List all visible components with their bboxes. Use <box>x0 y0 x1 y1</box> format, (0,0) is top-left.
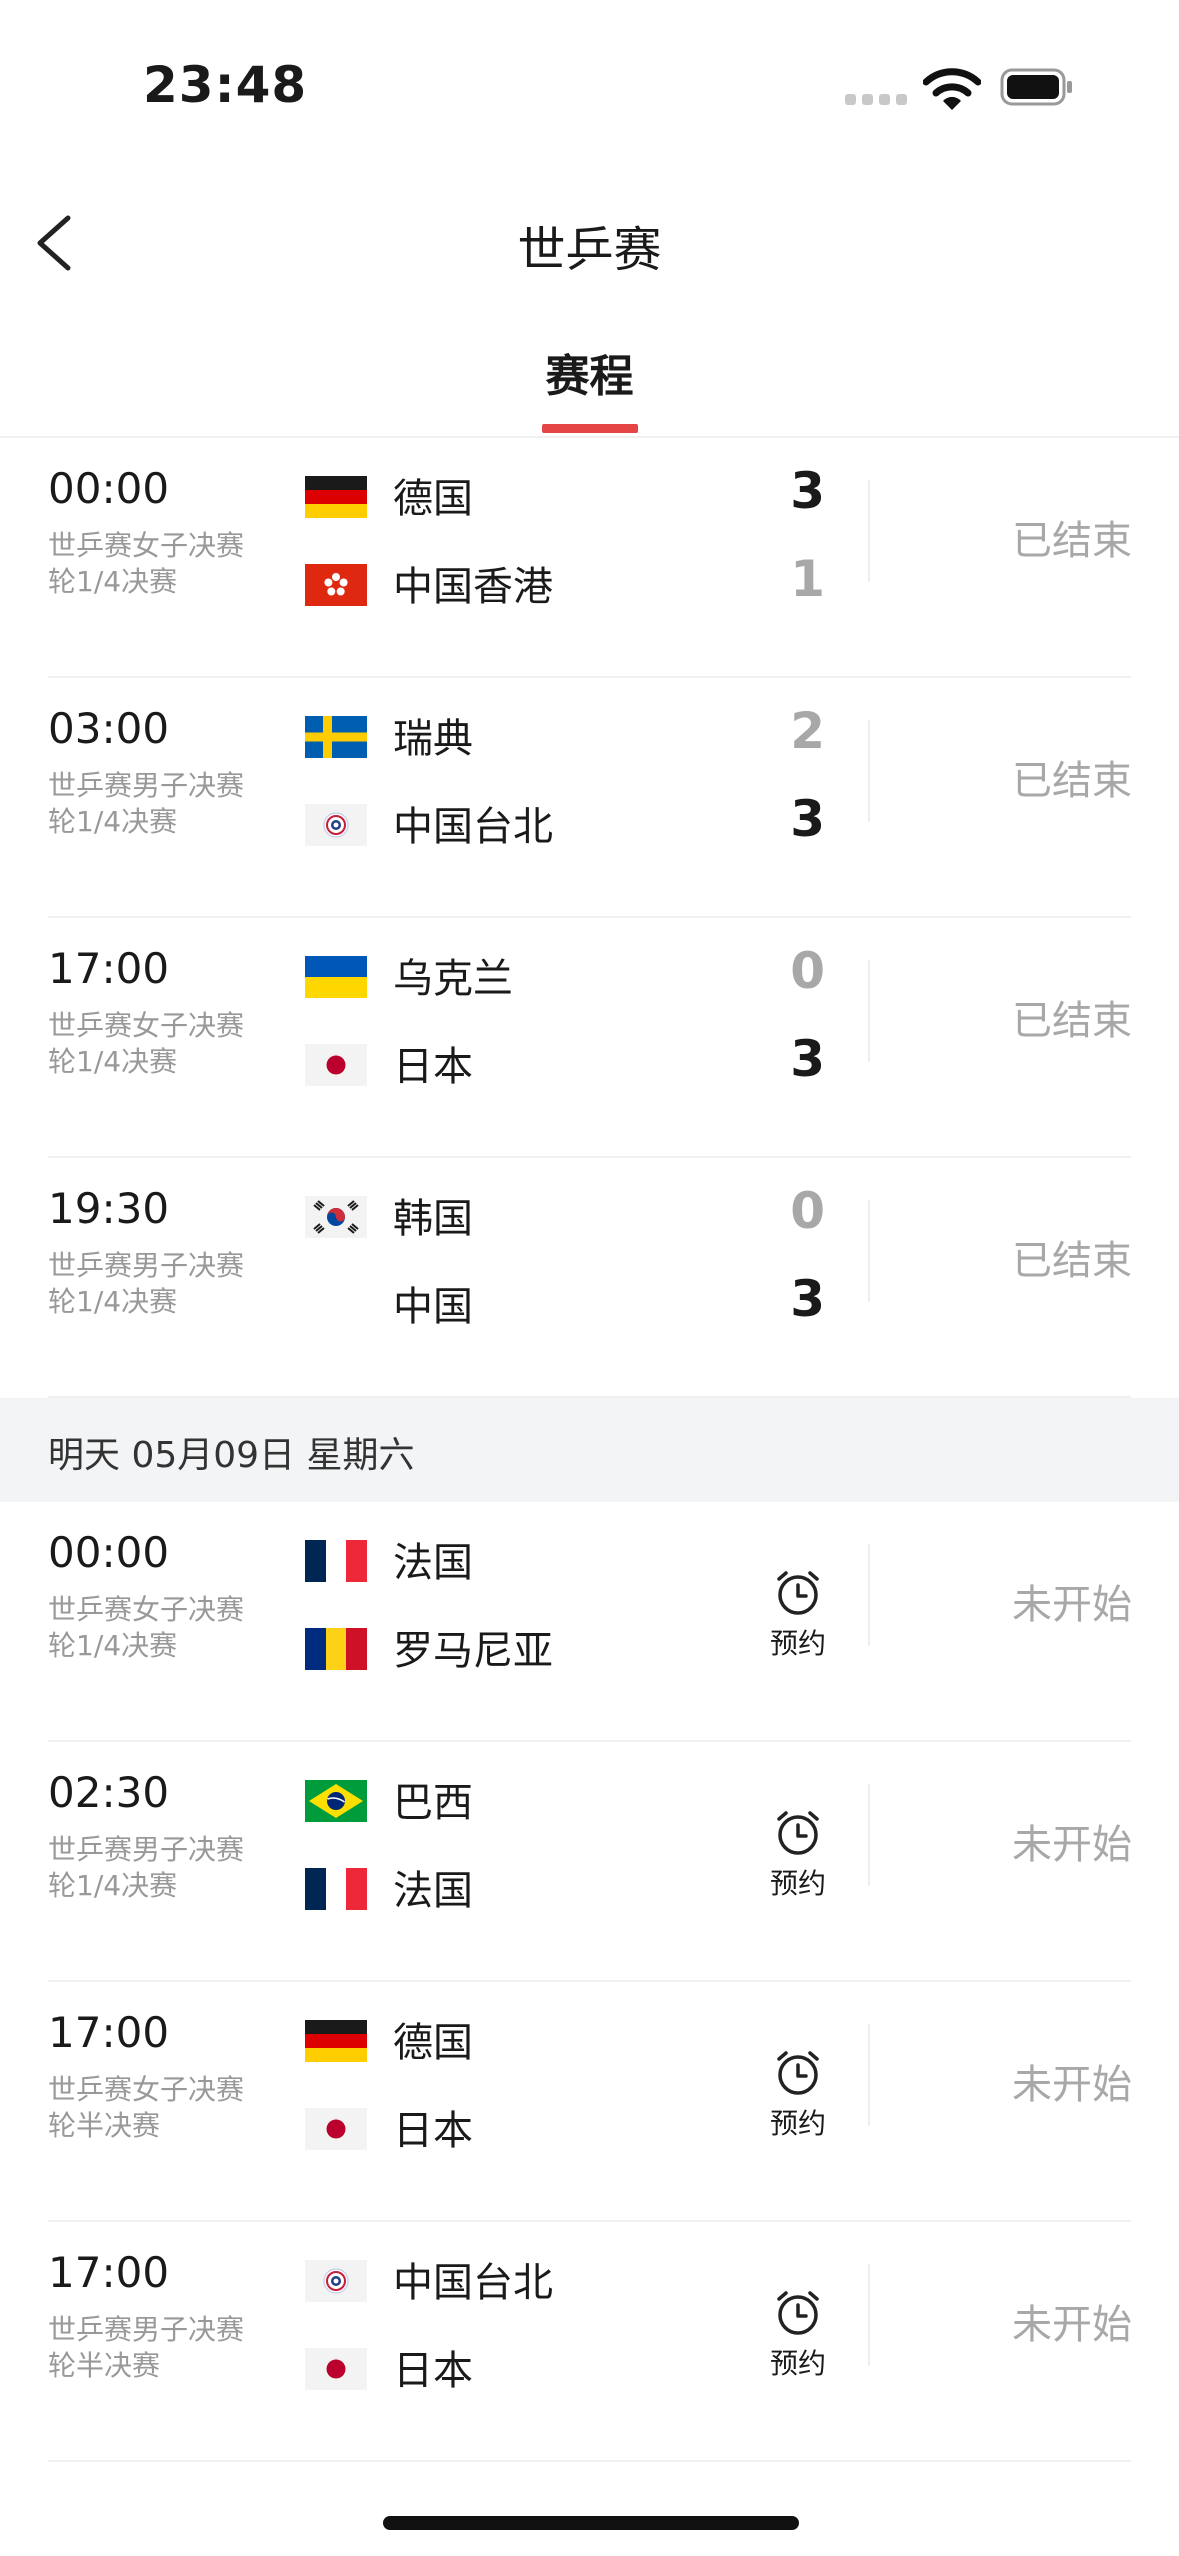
reserve-label: 预约 <box>769 1627 826 1660</box>
reserve-label: 预约 <box>769 2347 826 2380</box>
status-time: 23:48 <box>143 56 308 114</box>
match-status: 未开始 <box>1012 2302 1132 2348</box>
team-score: 3 <box>790 462 825 520</box>
match-time: 17:00 <box>48 944 170 993</box>
match-round: 世乒赛男子决赛轮1/4决赛 <box>48 769 245 838</box>
japan-flag-icon <box>305 2108 367 2150</box>
reserve-button[interactable]: 预约 <box>748 1568 848 1662</box>
team-score: 3 <box>790 1030 825 1088</box>
team-score: 0 <box>790 942 825 1000</box>
team-score: 1 <box>790 550 825 608</box>
match-round: 世乒赛男子决赛轮1/4决赛 <box>48 1249 245 1318</box>
brazil-flag-icon <box>305 1780 367 1822</box>
team-name: 日本 <box>393 2108 473 2154</box>
match-round: 世乒赛男子决赛轮半决赛 <box>48 2313 245 2382</box>
match-round: 世乒赛女子决赛轮1/4决赛 <box>48 1009 245 1078</box>
team-name: 德国 <box>393 2020 473 2066</box>
status-bar: 23:48 <box>0 0 1179 150</box>
match-time: 00:00 <box>48 1528 170 1577</box>
team-name: 法国 <box>393 1540 473 1586</box>
team-name: 巴西 <box>393 1780 473 1826</box>
team-away: 中国 3 <box>305 1270 865 1330</box>
france-flag-icon <box>305 1540 367 1582</box>
page-title: 世乒赛 <box>517 222 662 278</box>
match-time: 00:00 <box>48 464 170 513</box>
japan-flag-icon <box>305 2348 367 2390</box>
match-time: 02:30 <box>48 1768 170 1817</box>
match-status: 已结束 <box>1012 518 1132 564</box>
team-score: 3 <box>790 790 825 848</box>
match-time: 17:00 <box>48 2248 170 2297</box>
match-row[interactable]: 17:00 世乒赛女子决赛轮1/4决赛 乌克兰 0 日本 3 已结束 <box>0 918 1179 1158</box>
match-status: 已结束 <box>1012 998 1132 1044</box>
home-indicator <box>383 2516 799 2530</box>
match-round: 世乒赛女子决赛轮半决赛 <box>48 2073 245 2142</box>
reserve-label: 预约 <box>769 2107 826 2140</box>
team-home: 乌克兰 0 <box>305 942 865 1002</box>
match-row[interactable]: 17:00 世乒赛男子决赛轮半决赛 中国台北 日本 预约 未开始 <box>0 2222 1179 2462</box>
reserve-label: 预约 <box>769 1867 826 1900</box>
france-flag-icon <box>305 1868 367 1910</box>
match-round: 世乒赛女子决赛轮1/4决赛 <box>48 529 245 598</box>
cellular-signal-icon <box>845 94 907 106</box>
match-round: 世乒赛男子决赛轮1/4决赛 <box>48 1833 245 1902</box>
team-name: 日本 <box>393 2348 473 2394</box>
match-row[interactable]: 19:30 世乒赛男子决赛轮1/4决赛 韩国 0 中国 3 已结束 <box>0 1158 1179 1398</box>
romania-flag-icon <box>305 1628 367 1670</box>
reserve-button[interactable]: 预约 <box>748 2288 848 2382</box>
match-time: 19:30 <box>48 1184 170 1233</box>
team-name: 法国 <box>393 1868 473 1914</box>
match-status: 未开始 <box>1012 1822 1132 1868</box>
tab-schedule[interactable]: 赛程 <box>0 340 1179 404</box>
match-round: 世乒赛女子决赛轮1/4决赛 <box>48 1593 245 1662</box>
reserve-button[interactable]: 预约 <box>748 2048 848 2142</box>
team-home: 瑞典 2 <box>305 702 865 762</box>
reserve-button[interactable]: 预约 <box>748 1808 848 1902</box>
team-away: 日本 3 <box>305 1030 865 1090</box>
match-status: 未开始 <box>1012 1582 1132 1628</box>
germany-flag-icon <box>305 2020 367 2062</box>
chinese-taipei-flag-icon <box>305 2260 367 2302</box>
date-band-label: 明天 05月09日 星期六 <box>48 1435 415 1476</box>
row-divider <box>48 2460 1131 2462</box>
team-score: 3 <box>790 1270 825 1328</box>
battery-icon <box>1000 68 1072 106</box>
team-away: 中国台北 3 <box>305 790 865 850</box>
team-home: 韩国 0 <box>305 1182 865 1242</box>
match-row[interactable]: 17:00 世乒赛女子决赛轮半决赛 德国 日本 预约 未开始 <box>0 1982 1179 2222</box>
team-home: 德国 3 <box>305 462 865 522</box>
match-time: 03:00 <box>48 704 170 753</box>
team-away: 中国香港 1 <box>305 550 865 610</box>
team-name: 罗马尼亚 <box>393 1628 553 1674</box>
wifi-icon <box>923 68 981 110</box>
alarm-clock-icon <box>777 2051 819 2095</box>
match-row[interactable]: 02:30 世乒赛男子决赛轮1/4决赛 巴西 法国 预约 未开始 <box>0 1742 1179 1982</box>
alarm-clock-icon <box>777 1571 819 1615</box>
date-band: 明天 05月09日 星期六 <box>0 1398 1179 1502</box>
alarm-clock-icon <box>777 1811 819 1855</box>
match-row[interactable]: 00:00 世乒赛女子决赛轮1/4决赛 法国 罗马尼亚 预约 未开始 <box>0 1502 1179 1742</box>
team-score: 2 <box>790 702 825 760</box>
tab-indicator <box>542 424 638 433</box>
match-row[interactable]: 03:00 世乒赛男子决赛轮1/4决赛 瑞典 2 中国台北 3 已结束 <box>0 678 1179 918</box>
match-status: 未开始 <box>1012 2062 1132 2108</box>
match-status: 已结束 <box>1012 1238 1132 1284</box>
match-row[interactable]: 00:00 世乒赛女子决赛轮1/4决赛 德国 3 中国香港 1 已结束 <box>0 438 1179 678</box>
schedule-list: 00:00 世乒赛女子决赛轮1/4决赛 德国 3 中国香港 1 已结束 03:0… <box>0 438 1179 2462</box>
match-time: 17:00 <box>48 2008 170 2057</box>
alarm-clock-icon <box>777 2291 819 2335</box>
team-score: 0 <box>790 1182 825 1240</box>
team-name: 中国台北 <box>393 2260 553 2306</box>
match-status: 已结束 <box>1012 758 1132 804</box>
